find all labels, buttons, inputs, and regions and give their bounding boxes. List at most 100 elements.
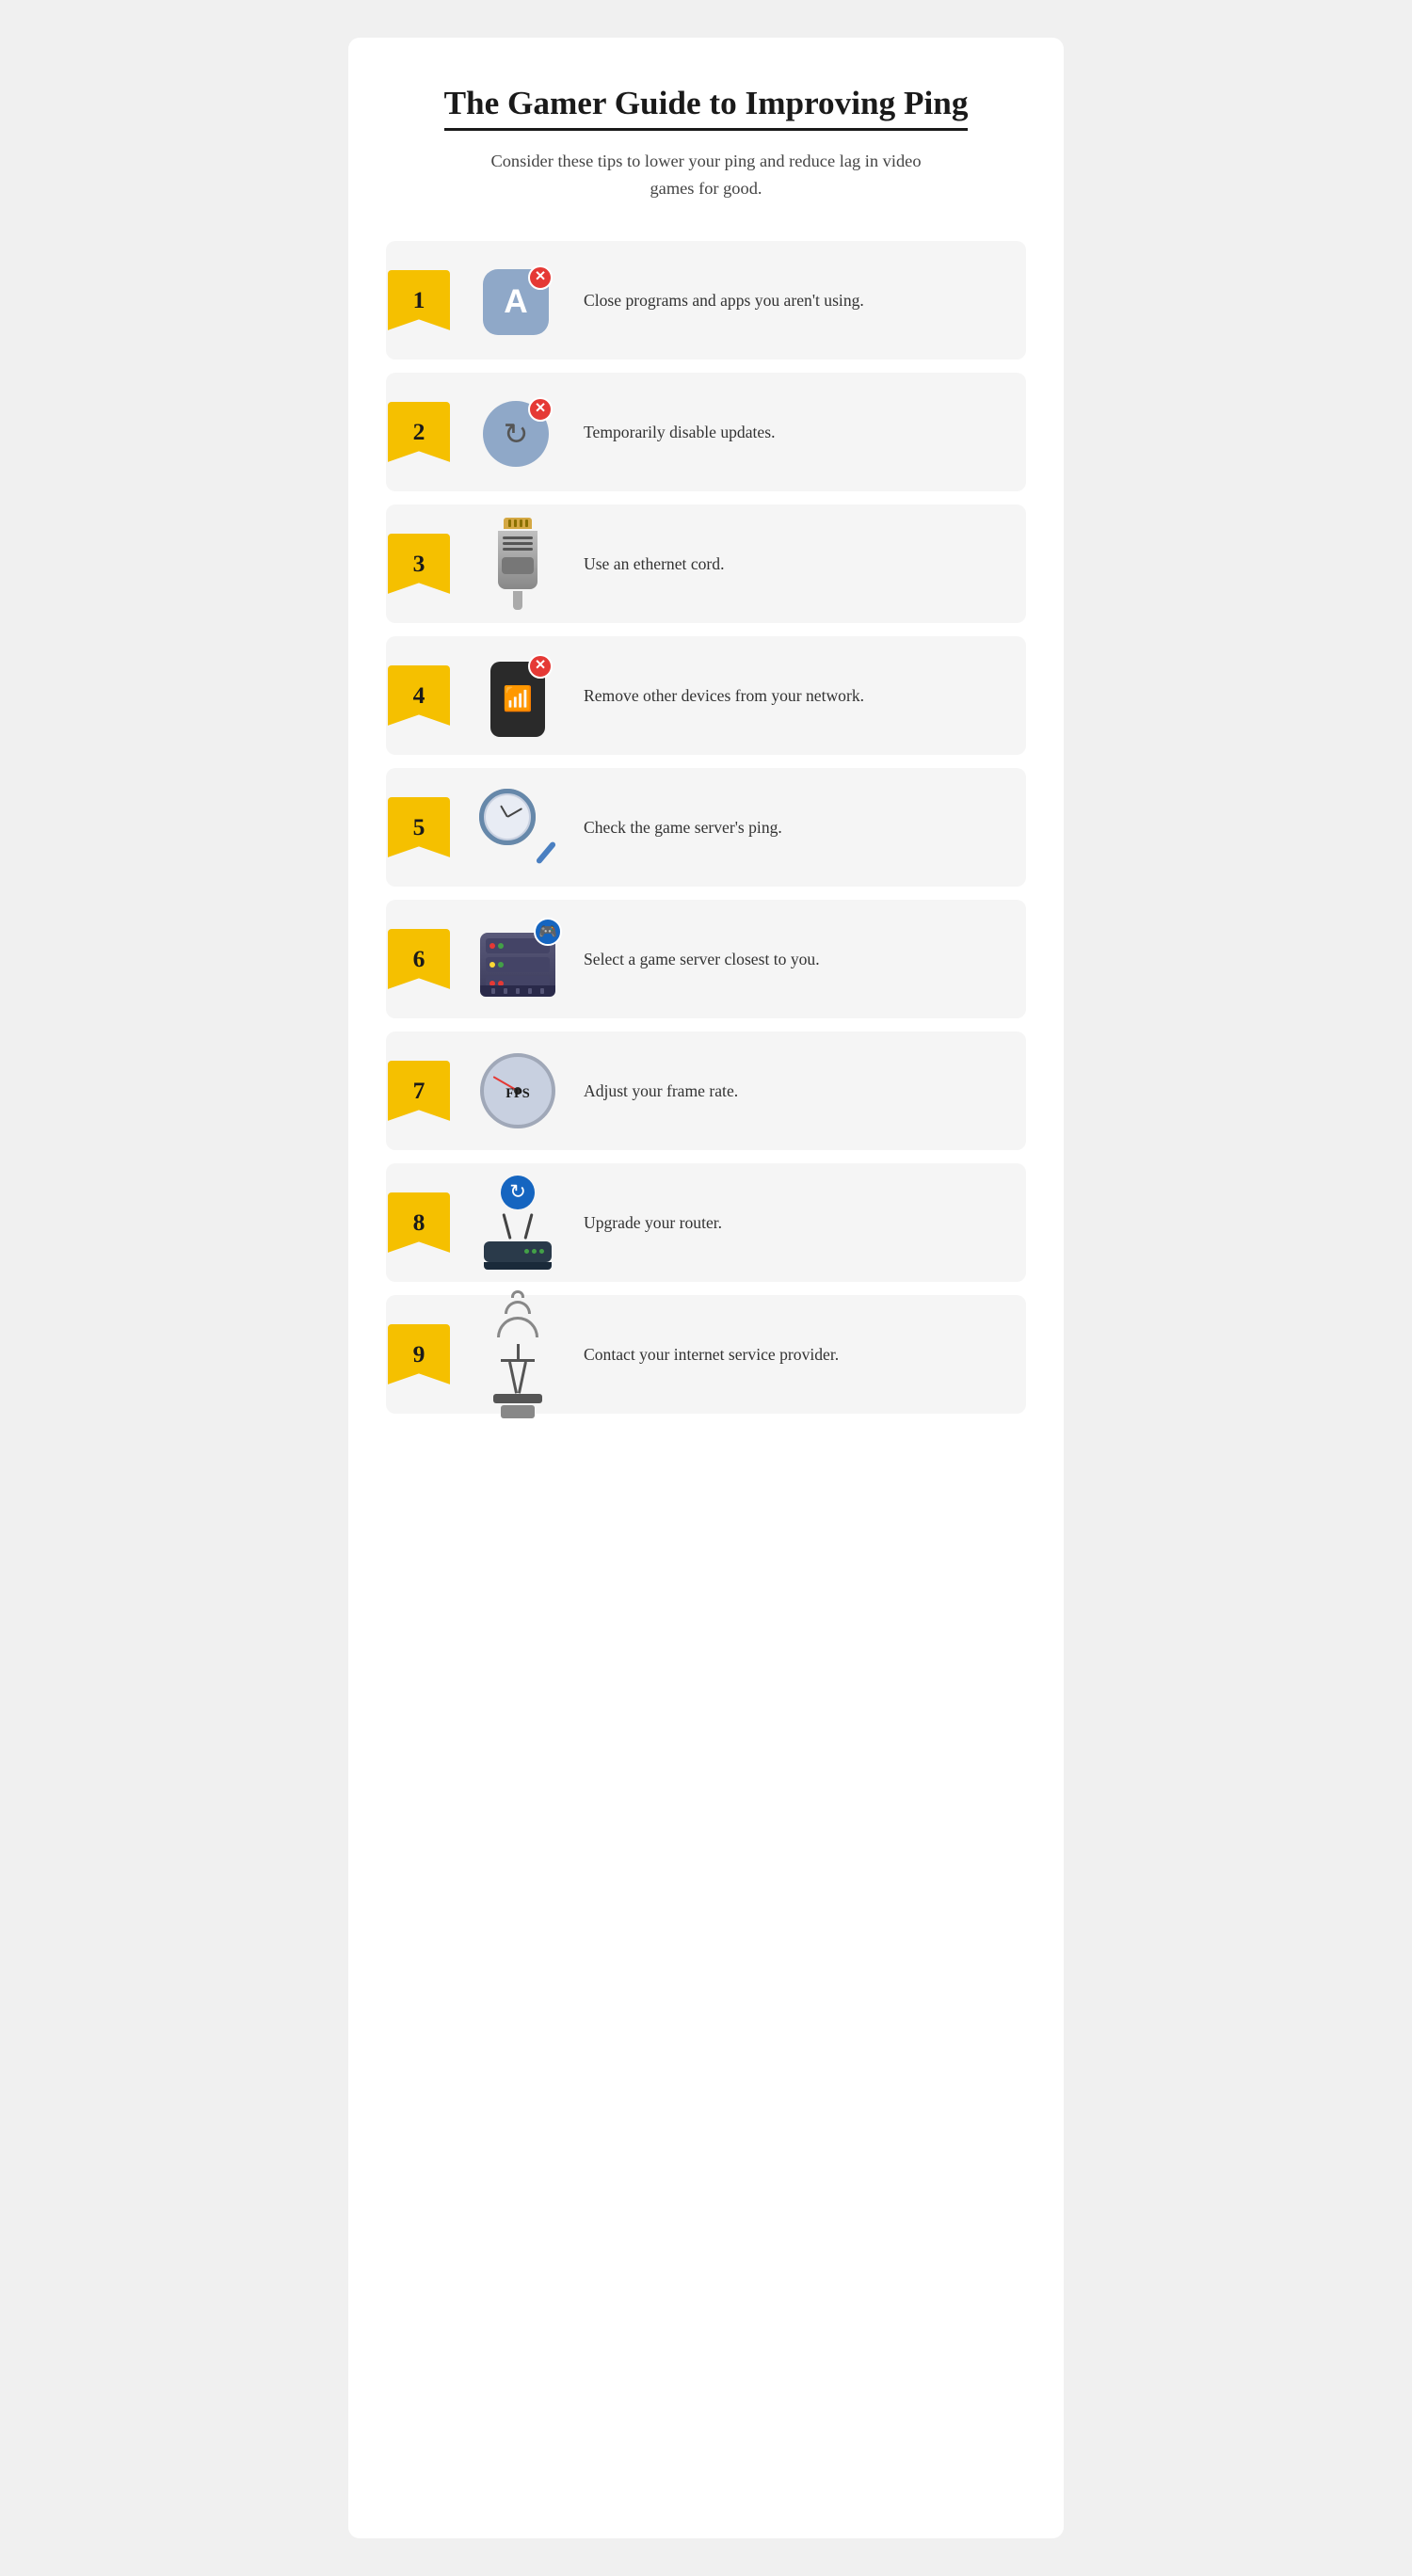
fps-label: FPS — [505, 1086, 530, 1102]
tip-item-3: 3 — [386, 504, 1026, 623]
router-led-2 — [532, 1249, 537, 1254]
eth-cable — [513, 591, 522, 610]
ethernet-body — [498, 531, 538, 589]
page-subtitle: Consider these tips to lower your ping a… — [489, 148, 923, 203]
tower-base-block — [501, 1405, 535, 1418]
app-close-icon: A ✕ — [483, 265, 553, 335]
tip-number-wrapper-7: 7 — [386, 1061, 452, 1121]
tip-text-8: Upgrade your router. — [584, 1210, 1003, 1235]
app-letter: A — [504, 283, 527, 321]
tip-number-4: 4 — [388, 665, 450, 726]
server-bottom — [480, 985, 555, 997]
tip-item-5: 5 Check the game server's ping. — [386, 768, 1026, 887]
eth-stripe — [503, 536, 533, 539]
tip-number-8: 8 — [388, 1192, 450, 1253]
gamepad-badge-icon: 🎮 — [534, 918, 562, 946]
router-antenna-left — [502, 1213, 511, 1240]
tip-item-4: 4 📶 ✕ Remove other devices from your net… — [386, 636, 1026, 755]
tip-number-5: 5 — [388, 797, 450, 857]
tip-number-wrapper-6: 6 — [386, 929, 452, 989]
tip-text-3: Use an ethernet cord. — [584, 552, 1003, 576]
tower-body — [493, 1344, 542, 1418]
tips-list: 1 A ✕ Close programs and apps you aren't… — [386, 241, 1026, 1414]
router-upgrade-icon: ↻ — [484, 1176, 552, 1270]
wifi-icon: 📶 — [503, 685, 533, 713]
tip-icon-ethernet — [471, 521, 565, 606]
server-led-red — [489, 943, 495, 949]
tip-number-wrapper-3: 3 — [386, 534, 452, 594]
tower-leg-right — [518, 1362, 527, 1394]
tip-icon-router: ↻ — [471, 1180, 565, 1265]
refresh-arrows-icon: ↻ — [504, 416, 529, 452]
server-led-green — [498, 943, 504, 949]
router-body — [484, 1241, 552, 1262]
game-server-icon: 🎮 — [475, 921, 560, 997]
eth-connector — [502, 557, 534, 574]
tip-number-wrapper-2: 2 — [386, 402, 452, 462]
tip-number-9: 9 — [388, 1324, 450, 1384]
eth-stripe — [503, 548, 533, 551]
tip-number-6: 6 — [388, 929, 450, 989]
tower-signal-arcs — [497, 1290, 538, 1340]
server-vent — [540, 988, 544, 994]
server-row-2 — [486, 957, 550, 972]
eth-stripe — [503, 542, 533, 545]
tip-text-2: Temporarily disable updates. — [584, 420, 1003, 444]
eth-pin — [525, 520, 528, 527]
router-antenna-right — [523, 1213, 533, 1240]
tip-item-8: 8 ↻ Upgrade your router. — [386, 1163, 1026, 1282]
refresh-icon: ↻ ✕ — [483, 397, 553, 467]
router-antennas — [505, 1213, 530, 1240]
tower-legs — [508, 1362, 527, 1394]
tip-item-2: 2 ↻ ✕ Temporarily disable updates. — [386, 373, 1026, 491]
tip-text-9: Contact your internet service provider. — [584, 1342, 1003, 1367]
tip-icon-phone: 📶 ✕ — [471, 653, 565, 738]
tower-spike — [517, 1344, 520, 1359]
tip-text-7: Adjust your frame rate. — [584, 1079, 1003, 1103]
tip-number-wrapper-4: 4 — [386, 665, 452, 726]
search-clock-icon — [475, 785, 560, 870]
antenna-tower-icon — [493, 1290, 542, 1418]
tower-base-bar — [493, 1394, 542, 1403]
tip-icon-search-clock — [471, 785, 565, 870]
phone-wifi-icon: 📶 ✕ — [483, 654, 553, 737]
tip-text-1: Close programs and apps you aren't using… — [584, 288, 1003, 312]
signal-arc-3 — [497, 1317, 538, 1337]
magnifier-ring — [479, 789, 536, 845]
server-led-yellow — [489, 962, 495, 968]
tip-number-wrapper-9: 9 — [386, 1324, 452, 1384]
tip-text-4: Remove other devices from your network. — [584, 683, 1003, 708]
tip-icon-server: 🎮 — [471, 917, 565, 1001]
server-vent — [516, 988, 520, 994]
tip-number-7: 7 — [388, 1061, 450, 1121]
server-vent — [528, 988, 532, 994]
close-badge-icon: ✕ — [528, 265, 553, 290]
tip-icon-fps: FPS — [471, 1048, 565, 1133]
signal-arc-2 — [505, 1301, 531, 1314]
tip-text-5: Check the game server's ping. — [584, 815, 1003, 840]
tip-number-wrapper-5: 5 — [386, 797, 452, 857]
ethernet-icon — [498, 518, 538, 610]
eth-pin — [508, 520, 511, 527]
router-base — [484, 1262, 552, 1270]
server-vent — [504, 988, 507, 994]
phone-remove-badge: ✕ — [528, 654, 553, 679]
tip-number-2: 2 — [388, 402, 450, 462]
main-card: The Gamer Guide to Improving Ping Consid… — [348, 38, 1064, 2538]
header: The Gamer Guide to Improving Ping Consid… — [386, 85, 1026, 203]
ethernet-top — [504, 518, 532, 529]
tip-item-7: 7 FPS Adjust your frame rate. — [386, 1032, 1026, 1150]
tip-number-wrapper-1: 1 — [386, 270, 452, 330]
tip-number-wrapper-8: 8 — [386, 1192, 452, 1253]
page-title: The Gamer Guide to Improving Ping — [444, 85, 969, 131]
eth-pin — [520, 520, 522, 527]
tip-icon-refresh: ↻ ✕ — [471, 390, 565, 474]
router-led-3 — [539, 1249, 544, 1254]
router-led-1 — [524, 1249, 529, 1254]
tip-item-6: 6 — [386, 900, 1026, 1018]
tip-text-6: Select a game server closest to you. — [584, 947, 1003, 971]
tip-icon-tower — [471, 1312, 565, 1397]
magnifier-handle — [536, 840, 557, 864]
eth-pin — [514, 520, 517, 527]
tip-item-1: 1 A ✕ Close programs and apps you aren't… — [386, 241, 1026, 360]
